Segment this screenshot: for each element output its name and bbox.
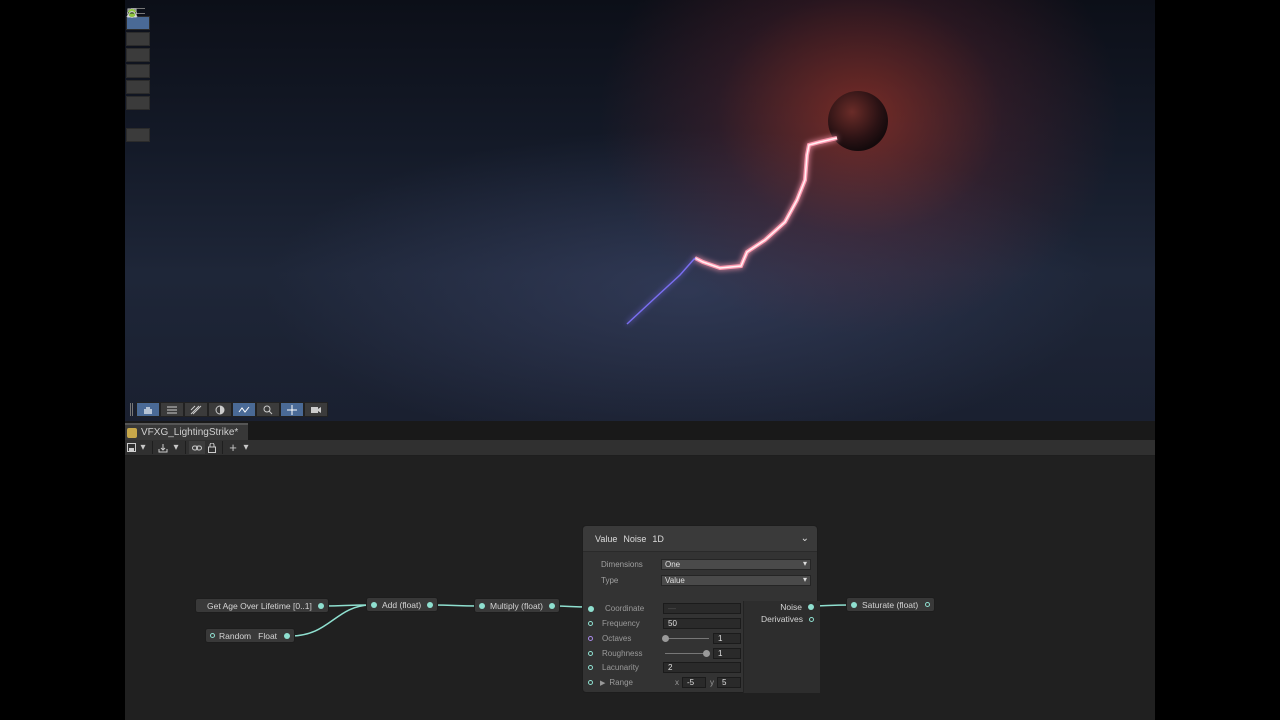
input-octaves: Octaves xyxy=(583,632,631,645)
input-range: ▶ Range xyxy=(583,676,633,689)
output-port[interactable] xyxy=(427,601,433,608)
input-port[interactable] xyxy=(588,651,593,656)
range-y-label: y xyxy=(710,678,714,687)
edge-add-multiply xyxy=(431,604,479,607)
input-port[interactable] xyxy=(588,636,593,641)
input-port[interactable] xyxy=(588,605,594,612)
input-frequency: Frequency xyxy=(583,617,640,630)
output-port[interactable] xyxy=(925,602,930,607)
node-type-label: Float xyxy=(258,630,278,641)
collapse-chevron-icon[interactable]: ⌄ xyxy=(801,533,809,544)
input-port[interactable] xyxy=(371,601,377,608)
input-port[interactable] xyxy=(210,633,215,638)
input-port[interactable] xyxy=(588,665,593,670)
frequency-label: Frequency xyxy=(602,619,640,628)
node-title-part: Value xyxy=(595,533,618,544)
node-add-float[interactable]: Add (float) xyxy=(366,597,438,612)
coordinate-field[interactable]: — xyxy=(663,603,741,614)
dimensions-dropdown[interactable]: One xyxy=(661,559,811,570)
range-x-label: x xyxy=(675,678,679,687)
node-random[interactable]: Random Float xyxy=(205,628,295,643)
range-y-field[interactable]: 5 xyxy=(717,677,741,688)
input-coordinate: Coordinate xyxy=(583,602,644,615)
node-title-part: Noise xyxy=(623,533,647,544)
octaves-slider-handle[interactable] xyxy=(662,635,669,642)
output-derivatives: Derivatives xyxy=(761,614,814,624)
derivatives-output-label: Derivatives xyxy=(760,614,803,624)
input-roughness: Roughness xyxy=(583,647,642,660)
output-port[interactable] xyxy=(808,604,814,610)
node-title: Random xyxy=(219,630,252,641)
expand-triangle-icon[interactable]: ▶ xyxy=(600,679,605,687)
dimensions-label: Dimensions xyxy=(601,560,643,569)
noise-output-label: Noise xyxy=(780,602,802,612)
lacunarity-label: Lacunarity xyxy=(602,663,639,672)
input-lacunarity: Lacunarity xyxy=(583,661,639,674)
node-title-part: 1D xyxy=(652,533,664,544)
octaves-slider-track[interactable] xyxy=(665,638,709,639)
lacunarity-field[interactable]: 2 xyxy=(663,662,741,673)
octaves-label: Octaves xyxy=(602,634,632,643)
node-title: Multiply (float) xyxy=(490,600,543,611)
range-label: Range xyxy=(609,678,633,687)
node-title: Saturate (float) xyxy=(862,599,919,610)
roughness-slider-handle[interactable] xyxy=(703,650,710,657)
input-port[interactable] xyxy=(479,602,485,609)
coordinate-label: Coordinate xyxy=(605,604,645,613)
node-multiply-float[interactable]: Multiply (float) xyxy=(474,598,560,613)
frequency-field[interactable]: 50 xyxy=(663,618,741,629)
output-port[interactable] xyxy=(284,632,290,639)
roughness-label: Roughness xyxy=(602,649,643,658)
node-get-age-over-lifetime[interactable]: Get Age Over Lifetime [0..1] xyxy=(195,598,329,613)
output-port[interactable] xyxy=(318,602,324,609)
type-label: Type xyxy=(601,576,619,585)
type-dropdown[interactable]: Value xyxy=(661,575,811,586)
octaves-field[interactable]: 1 xyxy=(713,633,741,644)
node-value-noise-1d[interactable]: Value Noise 1D ⌄ Dimensions One Type Val… xyxy=(582,525,820,693)
output-port[interactable] xyxy=(549,602,555,609)
node-header[interactable]: Value Noise 1D ⌄ xyxy=(583,526,817,552)
input-port[interactable] xyxy=(588,680,593,685)
node-saturate-float[interactable]: Saturate (float) xyxy=(846,597,935,612)
input-port[interactable] xyxy=(588,621,593,626)
output-noise: Noise xyxy=(780,602,814,612)
roughness-field[interactable]: 1 xyxy=(713,648,741,659)
output-panel: Noise Derivatives xyxy=(743,601,820,693)
input-port[interactable] xyxy=(851,601,857,608)
node-title: Get Age Over Lifetime [0..1] xyxy=(207,600,312,611)
range-x-field[interactable]: -5 xyxy=(682,677,706,688)
node-title: Add (float) xyxy=(382,599,422,610)
output-port[interactable] xyxy=(809,616,814,622)
